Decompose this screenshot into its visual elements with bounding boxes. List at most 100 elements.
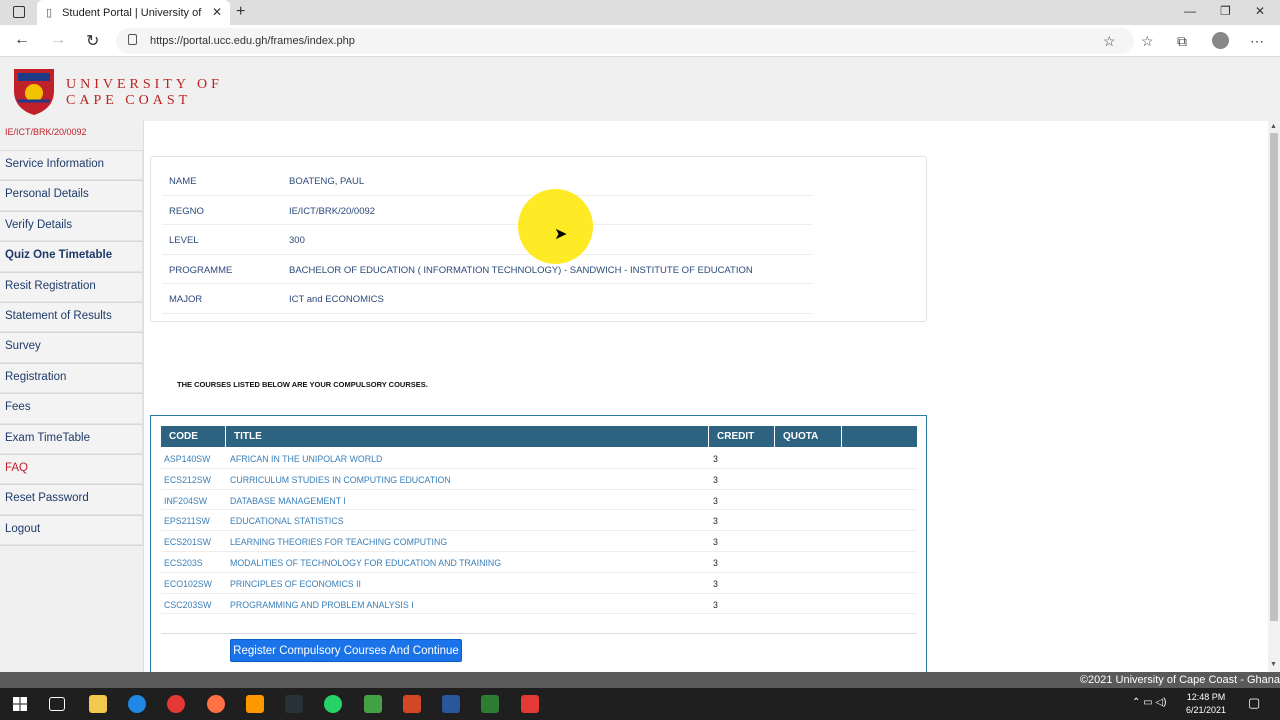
profile-avatar[interactable]: [1212, 32, 1229, 49]
course-code[interactable]: EPS211SW: [164, 516, 210, 526]
course-title[interactable]: EDUCATIONAL STATISTICS: [230, 516, 344, 526]
course-code[interactable]: INF204SW: [164, 496, 207, 506]
sidebar-item-logout[interactable]: Logout: [0, 515, 143, 547]
firefox-icon[interactable]: [207, 695, 225, 713]
scroll-up-icon[interactable]: ▲: [1270, 123, 1277, 130]
course-code[interactable]: ASP140SW: [164, 454, 210, 464]
course-credit: 3: [713, 599, 718, 610]
screen-capture-icon[interactable]: [521, 695, 539, 713]
word-icon[interactable]: [442, 695, 460, 713]
tab-actions-icon[interactable]: [13, 6, 25, 18]
course-title[interactable]: AFRICAN IN THE UNIPOLAR WORLD: [230, 454, 382, 464]
camtasia-icon[interactable]: [364, 695, 382, 713]
task-view-icon[interactable]: [49, 697, 65, 711]
maximize-icon[interactable]: ❐: [1220, 4, 1231, 18]
course-title[interactable]: DATABASE MANAGEMENT I: [230, 496, 346, 506]
info-label: NAME: [169, 176, 197, 187]
sidebar-item-quiz-one-timetable[interactable]: Quiz One Timetable: [0, 242, 143, 273]
system-clock[interactable]: 12:48 PM 6/21/2021: [1186, 691, 1226, 717]
course-title[interactable]: LEARNING THEORIES FOR TEACHING COMPUTING: [230, 537, 447, 547]
course-credit: 3: [713, 578, 718, 589]
sidebar-item-resit-registration[interactable]: Resit Registration: [0, 272, 143, 303]
course-code[interactable]: ECS201SW: [164, 537, 211, 547]
new-tab-icon[interactable]: +: [236, 3, 245, 21]
add-favorite-icon[interactable]: ☆: [1103, 33, 1116, 50]
info-value: ICT and ECONOMICS: [289, 294, 384, 305]
sidebar-item-verify-details[interactable]: Verify Details: [0, 211, 143, 243]
tab-title: Student Portal | University of Cape Coas…: [62, 6, 202, 19]
sidebar-regno: IE/ICT/BRK/20/0092: [0, 121, 143, 151]
edge-browser-icon[interactable]: [128, 695, 146, 713]
header-title: TITLE: [226, 426, 709, 447]
chrome-icon[interactable]: [167, 695, 185, 713]
course-credit: 3: [713, 537, 718, 548]
logo-text-line-1: UNIVERSITY OF: [66, 77, 223, 92]
logo-text-line-2: CAPE COAST: [66, 93, 192, 108]
windows-start-icon[interactable]: [13, 697, 27, 711]
sidebar-item-service-information[interactable]: Service Information: [0, 151, 143, 182]
scroll-down-icon[interactable]: ▼: [1270, 661, 1277, 668]
system-tray-icons[interactable]: ⌃ ▭ ◁): [1132, 697, 1166, 708]
windows-taskbar: ⌃ ▭ ◁) 12:48 PM 6/21/2021 ▢: [0, 688, 1280, 720]
table-row: EPS211SW EDUCATIONAL STATISTICS 3: [161, 510, 917, 532]
back-icon[interactable]: ←: [14, 31, 30, 49]
page-scrollbar[interactable]: ▲ ▼: [1268, 121, 1280, 672]
sidebar-item-exam-timetable[interactable]: Exam TimeTable: [0, 424, 143, 455]
info-value: BOATENG, PAUL: [289, 176, 365, 187]
table-header: CODE TITLE CREDIT QUOTA: [161, 426, 917, 447]
collections-icon[interactable]: ⧉: [1177, 33, 1187, 50]
header-credit: CREDIT: [709, 426, 775, 447]
sidebar-item-personal-details[interactable]: Personal Details: [0, 181, 143, 212]
powerpoint-icon[interactable]: [403, 695, 421, 713]
course-code[interactable]: ECS212SW: [164, 475, 211, 485]
refresh-icon[interactable]: ↻: [86, 31, 99, 51]
url-text[interactable]: https://portal.ucc.edu.gh/frames/index.p…: [150, 35, 355, 47]
table-row: INF204SW DATABASE MANAGEMENT I 3: [161, 490, 917, 511]
close-tab-icon[interactable]: ✕: [212, 5, 222, 19]
vlc-icon[interactable]: [246, 695, 264, 713]
footer-copyright: ©2021 University of Cape Coast - Ghana: [1079, 674, 1280, 686]
sidebar-item-fees[interactable]: Fees: [0, 394, 143, 425]
clock-date: 6/21/2021: [1186, 705, 1227, 715]
course-code[interactable]: ECS203S: [164, 558, 203, 568]
file-explorer-icon[interactable]: [89, 695, 107, 713]
course-title[interactable]: PROGRAMMING AND PROBLEM ANALYSIS I: [230, 600, 414, 610]
course-credit: 3: [713, 558, 718, 568]
more-options-icon[interactable]: ⋯: [1250, 33, 1264, 50]
info-value: BACHELOR OF EDUCATION ( INFORMATION TECH…: [289, 264, 753, 276]
table-row: ASP140SW AFRICAN IN THE UNIPOLAR WORLD 3: [161, 448, 917, 469]
browser-tab[interactable]: ▯ Student Portal | University of Cape Co…: [37, 0, 230, 25]
sidebar-item-faq[interactable]: FAQ: [0, 454, 143, 486]
page-icon: ▯: [46, 7, 53, 19]
sidebar-item-registration[interactable]: Registration: [0, 363, 143, 395]
table-row: ECS203S MODALITIES OF TECHNOLOGY FOR EDU…: [161, 552, 917, 573]
course-title[interactable]: PRINCIPLES OF ECONOMICS II: [230, 579, 361, 589]
info-label: PROGRAMME: [169, 264, 233, 276]
notifications-icon[interactable]: ▢: [1248, 695, 1260, 711]
sidebar-item-statement-of-results[interactable]: Statement of Results: [0, 302, 143, 334]
lock-icon[interactable]: [128, 34, 137, 45]
terminal-icon[interactable]: [285, 695, 303, 713]
info-label: LEVEL: [169, 235, 199, 246]
minimize-icon[interactable]: —: [1184, 4, 1196, 18]
course-title[interactable]: MODALITIES OF TECHNOLOGY FOR EDUCATION A…: [230, 558, 501, 568]
favorites-icon[interactable]: ☆: [1141, 33, 1154, 50]
whatsapp-icon[interactable]: [324, 695, 342, 713]
course-code[interactable]: ECO102SW: [164, 579, 212, 589]
info-value: IE/ICT/BRK/20/0092: [289, 205, 376, 217]
portal-header: UNIVERSITY OF CAPE COAST: [0, 57, 1268, 121]
course-title[interactable]: CURRICULUM STUDIES IN COMPUTING EDUCATIO…: [230, 475, 451, 485]
course-credit: 3: [713, 516, 718, 527]
scrollbar-thumb[interactable]: [1270, 133, 1278, 621]
forward-icon[interactable]: →: [50, 31, 66, 49]
sidebar-item-survey[interactable]: Survey: [0, 333, 143, 364]
course-code[interactable]: CSC203SW: [164, 600, 211, 610]
browser-tab-bar: ▯ Student Portal | University of Cape Co…: [0, 0, 1280, 25]
recorder-icon[interactable]: [481, 695, 499, 713]
sidebar-item-reset-password[interactable]: Reset Password: [0, 485, 143, 516]
table-spacer-row: [161, 612, 917, 634]
close-window-icon[interactable]: ✕: [1255, 4, 1265, 18]
table-row: ECS212SW CURRICULUM STUDIES IN COMPUTING…: [161, 469, 917, 490]
info-row-major: MAJOR ICT and ECONOMICS: [162, 284, 812, 314]
register-courses-button[interactable]: Register Compulsory Courses And Continue: [230, 639, 462, 662]
